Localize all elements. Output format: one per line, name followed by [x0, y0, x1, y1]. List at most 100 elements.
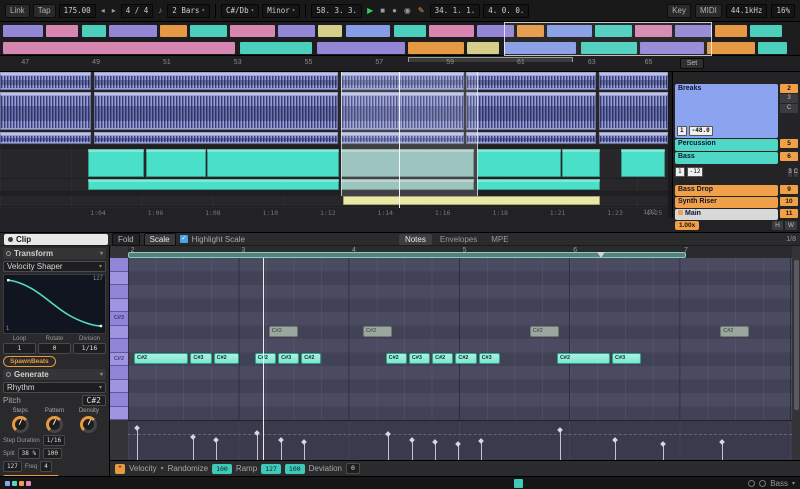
- overview-clip-segment[interactable]: [108, 25, 157, 37]
- key-map-button[interactable]: Key: [667, 3, 691, 18]
- arrangement-clip[interactable]: [145, 149, 206, 177]
- transform-preset-select[interactable]: Velocity Shaper ▾: [3, 261, 106, 272]
- automation-arm-button[interactable]: ◉: [402, 5, 413, 16]
- piano-key[interactable]: [110, 379, 128, 393]
- arrangement-clip[interactable]: [598, 92, 668, 130]
- track-header-percussion[interactable]: Percussion: [675, 139, 778, 151]
- midi-note[interactable]: C#2: [254, 353, 277, 364]
- track-number-badge[interactable]: 6: [780, 152, 798, 161]
- track-header-bass[interactable]: Bass: [675, 152, 778, 164]
- link-button[interactable]: Link: [5, 3, 30, 18]
- midi-note[interactable]: C#3: [408, 353, 431, 364]
- nudge-down-button[interactable]: ◂: [99, 5, 107, 16]
- arrangement-clip[interactable]: [93, 72, 339, 90]
- draw-mode-button[interactable]: ✎: [416, 5, 427, 16]
- piano-key[interactable]: [110, 366, 128, 380]
- arrangement-clip[interactable]: [207, 149, 340, 177]
- arrangement-area[interactable]: [0, 72, 668, 208]
- arrangement-clip[interactable]: [598, 72, 668, 90]
- split-value-field[interactable]: 38 %: [17, 448, 41, 459]
- highlight-scale-checkbox[interactable]: ✓: [179, 235, 188, 243]
- arrangement-clip[interactable]: [340, 179, 475, 190]
- track-number-badge[interactable]: 11: [780, 209, 798, 218]
- track-input-field[interactable]: 1: [675, 167, 685, 177]
- status-clip-chip[interactable]: [514, 479, 523, 488]
- piano-key[interactable]: [110, 285, 128, 299]
- midi-note[interactable]: C#2: [455, 353, 477, 364]
- scale-name-menu[interactable]: Minor ▾: [262, 3, 301, 18]
- overview-view-box[interactable]: [504, 22, 712, 56]
- track-header-synth-riser[interactable]: Synth Riser: [675, 197, 778, 208]
- midi-note[interactable]: C#3: [612, 353, 642, 364]
- track-volume-field[interactable]: -48.0: [688, 126, 713, 136]
- midi-note[interactable]: C#2: [213, 353, 239, 364]
- arrangement-clip[interactable]: [0, 92, 91, 130]
- arrangement-clip[interactable]: [476, 179, 600, 190]
- crossfade-button[interactable]: C: [780, 104, 798, 113]
- track-number-badge[interactable]: 5: [780, 139, 798, 148]
- stop-button[interactable]: ■: [378, 5, 387, 16]
- arrangement-clip[interactable]: [476, 149, 562, 177]
- param-value-field[interactable]: 1: [3, 343, 36, 354]
- scale-root-menu[interactable]: C#/Db ▾: [221, 3, 260, 18]
- overview-clip-segment[interactable]: [428, 25, 474, 37]
- piano-key[interactable]: [110, 325, 128, 339]
- overview-clip-segment[interactable]: [81, 25, 106, 37]
- midi-note[interactable]: C#2: [432, 353, 454, 364]
- metronome-icon[interactable]: ♪: [156, 5, 164, 16]
- overview-clip-segment[interactable]: [318, 25, 343, 37]
- set-locator-button[interactable]: Set: [680, 58, 704, 69]
- arrangement-overview[interactable]: [0, 22, 800, 56]
- power-toggle-icon[interactable]: [6, 372, 11, 377]
- step-duration-field[interactable]: 1/16: [42, 435, 66, 446]
- overview-clip-segment[interactable]: [707, 42, 756, 54]
- arrangement-clip[interactable]: [0, 132, 91, 144]
- solo-button[interactable]: 3: [780, 94, 798, 103]
- fold-button[interactable]: Fold: [112, 232, 140, 246]
- midi-note-editor[interactable]: 234567 C#3C#2 C#2C#2C#2C#2C#2C#3C#2C#2C#…: [110, 246, 800, 476]
- record-button[interactable]: ●: [390, 5, 399, 16]
- param-value-field[interactable]: 1/16: [73, 343, 106, 354]
- track-number-badge[interactable]: 9: [780, 185, 798, 194]
- width-zoom-button[interactable]: W: [784, 220, 797, 230]
- ramp-from-field[interactable]: 127: [261, 463, 281, 474]
- beat-time-ruler[interactable]: 47 49 51 53 55 57 59 61 63 65 Set: [0, 56, 800, 72]
- randomize-value-field[interactable]: 100: [212, 463, 232, 474]
- clip-panel-tab[interactable]: Clip: [4, 233, 108, 245]
- midi-note[interactable]: C#2: [301, 353, 322, 364]
- play-button[interactable]: ▶: [365, 5, 375, 16]
- arrangement-clip[interactable]: [466, 92, 596, 130]
- freq-value-field[interactable]: 4: [40, 461, 52, 472]
- midi-map-button[interactable]: MIDI: [694, 3, 722, 18]
- arrangement-clip[interactable]: [93, 92, 339, 130]
- overview-clip-segment[interactable]: [750, 25, 783, 37]
- arrangement-clip[interactable]: [466, 132, 596, 144]
- deviation-value-field[interactable]: 0: [346, 463, 360, 474]
- overview-clip-segment[interactable]: [715, 25, 748, 37]
- param-value-field[interactable]: 0: [38, 343, 71, 354]
- midi-note-muted[interactable]: C#2: [268, 326, 298, 337]
- grid-size-label[interactable]: 1/8: [786, 236, 796, 243]
- solo-button[interactable]: 3: [788, 167, 792, 177]
- piano-roll-scrollbar[interactable]: [794, 260, 799, 410]
- tab-notes[interactable]: Notes: [398, 233, 432, 245]
- overview-clip-segment[interactable]: [345, 25, 391, 37]
- steps-knob[interactable]: [11, 416, 29, 433]
- track-volume-field[interactable]: -12: [686, 167, 704, 177]
- overview-clip-segment[interactable]: [408, 42, 464, 54]
- midi-note-muted[interactable]: C#2: [720, 326, 750, 337]
- overview-clip-segment[interactable]: [160, 25, 188, 37]
- midi-note[interactable]: C#2: [385, 353, 407, 364]
- selected-track-label[interactable]: Bass: [770, 479, 788, 488]
- overview-clip-segment[interactable]: [3, 25, 44, 37]
- piano-key[interactable]: [110, 298, 128, 312]
- pattern-knob[interactable]: [45, 416, 63, 433]
- arrangement-clip[interactable]: [340, 72, 464, 90]
- add-lane-button[interactable]: +: [115, 463, 125, 474]
- overview-clip-segment[interactable]: [3, 42, 236, 54]
- track-input-field[interactable]: 1: [677, 126, 687, 136]
- piano-key[interactable]: C#2: [110, 352, 128, 366]
- arrangement-clip[interactable]: [340, 132, 464, 144]
- overview-clip-segment[interactable]: [240, 42, 312, 54]
- transform-section-header[interactable]: Transform ▾: [3, 248, 106, 259]
